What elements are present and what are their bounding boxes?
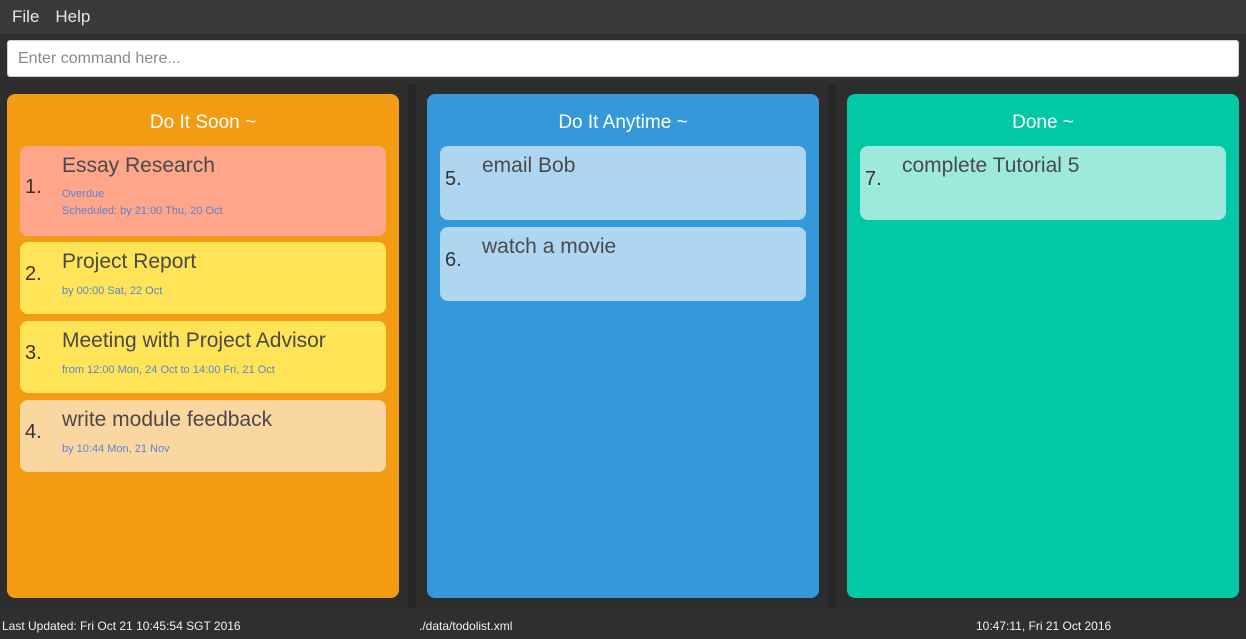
task-title: Project Report xyxy=(62,250,197,273)
task-card[interactable]: 5. email Bob xyxy=(440,146,806,220)
task-status: Overdue xyxy=(62,188,105,200)
menu-help[interactable]: Help xyxy=(47,7,98,27)
panel-do-it-anytime: Do It Anytime ~ 5. email Bob 6. watch a … xyxy=(427,94,819,598)
task-index: 4. xyxy=(25,421,42,443)
task-schedule: from 12:00 Mon, 24 Oct to 14:00 Fri, 21 … xyxy=(62,364,275,376)
task-title: watch a movie xyxy=(482,235,617,258)
task-index: 5. xyxy=(445,168,462,190)
task-title: email Bob xyxy=(482,154,576,177)
task-card[interactable]: 4. write module feedback by 10:44 Mon, 2… xyxy=(20,400,386,472)
command-input[interactable] xyxy=(7,40,1239,77)
last-updated-text: Last Updated: Fri Oct 21 10:45:54 SGT 20… xyxy=(2,619,241,633)
task-schedule: by 00:00 Sat, 22 Oct xyxy=(62,285,163,297)
panel-title: Do It Anytime ~ xyxy=(558,112,688,133)
task-index: 3. xyxy=(25,342,42,364)
menu-file[interactable]: File xyxy=(4,7,47,27)
task-card[interactable]: 6. watch a movie xyxy=(440,227,806,301)
data-file-path: ./data/todolist.xml xyxy=(419,619,513,633)
task-card[interactable]: 2. Project Report by 00:00 Sat, 22 Oct xyxy=(20,242,386,314)
panel-divider[interactable] xyxy=(408,84,416,608)
task-card[interactable]: 1. Essay Research Overdue Scheduled: by … xyxy=(20,146,386,236)
clock-text: 10:47:11, Fri 21 Oct 2016 xyxy=(976,619,1112,633)
task-index: 7. xyxy=(865,168,882,190)
task-card[interactable]: 3. Meeting with Project Advisor from 12:… xyxy=(20,321,386,393)
task-schedule: by 10:44 Mon, 21 Nov xyxy=(62,443,170,455)
task-index: 6. xyxy=(445,249,462,271)
task-title: Meeting with Project Advisor xyxy=(62,329,326,352)
task-title: Essay Research xyxy=(62,154,215,177)
task-index: 1. xyxy=(25,176,42,198)
status-bar: Last Updated: Fri Oct 21 10:45:54 SGT 20… xyxy=(0,608,1246,639)
task-schedule: Scheduled: by 21:00 Thu, 20 Oct xyxy=(62,205,223,217)
task-title: write module feedback xyxy=(62,408,273,431)
command-bar xyxy=(0,34,1246,84)
panel-title: Done ~ xyxy=(1012,112,1074,133)
panel-title: Do It Soon ~ xyxy=(149,112,257,133)
menu-bar: File Help xyxy=(0,0,1246,34)
task-index: 2. xyxy=(25,263,42,285)
panel-divider[interactable] xyxy=(828,84,836,608)
panel-done: Done ~ 7. complete Tutorial 5 xyxy=(847,94,1239,598)
task-card[interactable]: 7. complete Tutorial 5 xyxy=(860,146,1226,220)
panel-do-it-soon: Do It Soon ~ 1. Essay Research Overdue S… xyxy=(7,94,399,598)
task-title: complete Tutorial 5 xyxy=(902,154,1080,177)
